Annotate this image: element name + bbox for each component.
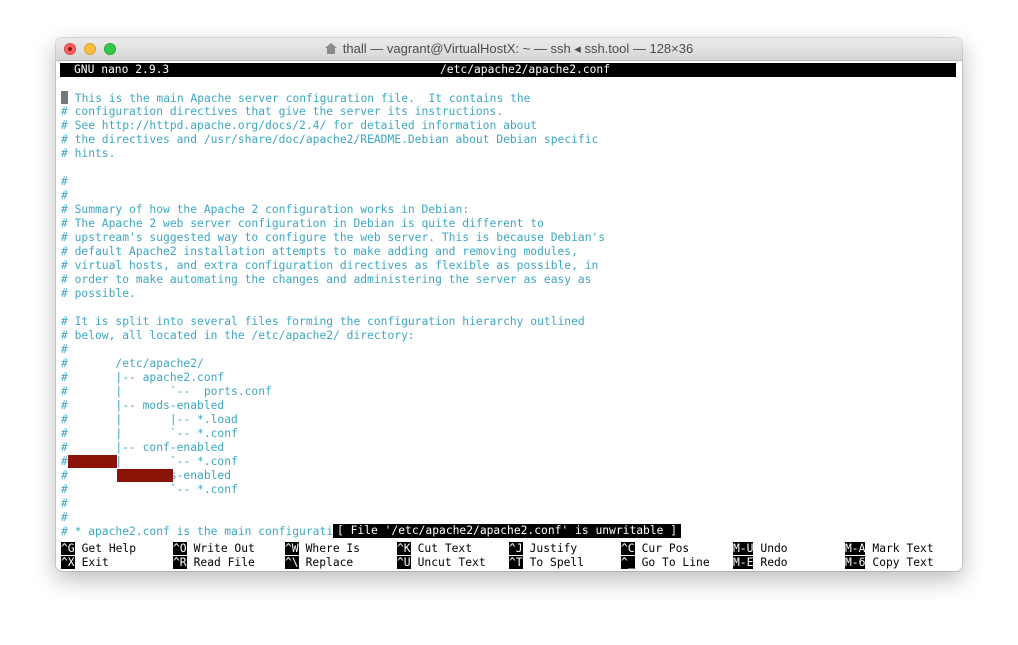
text-line[interactable]: # upstream's suggested way to configure … (61, 231, 605, 245)
nano-file-path: /etc/apache2/apache2.conf (440, 63, 611, 76)
shortcut-key: ^W (285, 542, 299, 555)
shortcut-item[interactable]: ^J Justify (509, 542, 577, 556)
shortcut-item[interactable]: M-A Mark Text (845, 542, 934, 556)
shortcut-key: ^_ (621, 556, 635, 569)
shortcut-label: Cut Text (417, 542, 473, 555)
shortcut-key: M-6 (845, 556, 866, 569)
text-line[interactable]: # Summary of how the Apache 2 configurat… (61, 203, 469, 217)
home-icon (324, 43, 337, 54)
nano-header: GNU nano 2.9.3 /etc/apache2/apache2.conf (60, 63, 956, 77)
shortcut-label: Replace (305, 556, 354, 569)
text-line[interactable]: # See http://httpd.apache.org/docs/2.4/ … (61, 119, 537, 133)
text-line[interactable]: # order to make automating the changes a… (61, 273, 592, 287)
shortcut-label: Undo (760, 542, 788, 555)
text-line[interactable]: # It is split into several files forming… (61, 315, 585, 329)
shortcut-item[interactable]: ^R Read File (173, 556, 255, 570)
shortcut-item[interactable]: ^U Uncut Text (397, 556, 486, 570)
text-line[interactable]: # (61, 189, 68, 203)
text-line[interactable]: # The Apache 2 web server configuration … (61, 217, 544, 231)
shortcut-key: ^K (397, 542, 411, 555)
status-message: [ File '/etc/apache2/apache2.conf' is un… (333, 524, 682, 538)
shortcut-key: ^T (509, 556, 523, 569)
shortcut-item[interactable]: ^O Write Out (173, 542, 255, 556)
trailing-whitespace-highlight (117, 469, 173, 482)
text-cursor (61, 91, 68, 104)
shortcut-item[interactable]: ^K Cut Text (397, 542, 472, 556)
text-line[interactable]: # the directives and /usr/share/doc/apac… (61, 133, 598, 147)
text-line[interactable]: # |-- mods-enabled (61, 399, 224, 413)
text-line[interactable]: # /etc/apache2/ (61, 357, 204, 371)
text-line-content: This is the main Apache server configura… (68, 92, 531, 105)
window-title: thall — vagrant@VirtualHostX: ~ — ssh ◂ … (342, 41, 694, 56)
shortcut-label: Read File (193, 556, 255, 569)
shortcut-key: ^R (173, 556, 187, 569)
title-bar[interactable]: thall — vagrant@VirtualHostX: ~ — ssh ◂ … (56, 38, 962, 61)
trailing-whitespace-highlight (68, 455, 117, 468)
shortcut-label: Mark Text (872, 542, 934, 555)
shortcut-key: ^U (397, 556, 411, 569)
shortcut-key: M-U (733, 542, 754, 555)
shortcut-key: ^O (173, 542, 187, 555)
shortcut-label: Cur Pos (641, 542, 690, 555)
window-title-wrap: thall — vagrant@VirtualHostX: ~ — ssh ◂ … (56, 41, 962, 57)
shortcut-item[interactable]: ^\ Replace (285, 556, 353, 570)
shortcut-item[interactable]: M-E Redo (733, 556, 788, 570)
shortcut-item[interactable]: ^X Exit (61, 556, 109, 570)
nano-version: GNU nano 2.9.3 (74, 63, 170, 76)
text-line[interactable]: # (61, 497, 68, 511)
shortcut-label: Copy Text (872, 556, 934, 569)
terminal-window: thall — vagrant@VirtualHostX: ~ — ssh ◂ … (56, 38, 962, 571)
text-line[interactable]: # hints. (61, 147, 115, 161)
shortcut-item[interactable]: M-U Undo (733, 542, 788, 556)
shortcut-key: M-E (733, 556, 754, 569)
shortcut-label: Uncut Text (417, 556, 486, 569)
text-line[interactable]: # below, all located in the /etc/apache2… (61, 329, 415, 343)
text-line[interactable]: # | |-- *.load (61, 413, 238, 427)
text-line[interactable]: # |-- apache2.conf (61, 371, 224, 385)
shortcut-label: To Spell (529, 556, 585, 569)
shortcut-item[interactable]: ^C Cur Pos (621, 542, 689, 556)
text-line[interactable]: # (61, 343, 68, 357)
shortcut-label: Where Is (305, 542, 361, 555)
text-line[interactable]: This is the main Apache server configura… (61, 91, 531, 105)
shortcut-label: Exit (81, 556, 109, 569)
shortcut-item[interactable]: ^_ Go To Line (621, 556, 710, 570)
text-line[interactable]: # virtual hosts, and extra configuration… (61, 259, 598, 273)
text-line[interactable]: # | `-- *.conf (61, 427, 238, 441)
text-line[interactable]: # (61, 511, 68, 525)
shortcut-label: Redo (760, 556, 788, 569)
shortcut-item[interactable]: ^W Where Is (285, 542, 360, 556)
shortcut-label: Go To Line (641, 556, 710, 569)
nano-editor[interactable]: GNU nano 2.9.3 /etc/apache2/apache2.conf… (56, 61, 962, 571)
shortcut-label: Write Out (193, 542, 255, 555)
text-line[interactable]: # | `-- ports.conf (61, 385, 272, 399)
shortcut-item[interactable]: M-6 Copy Text (845, 556, 934, 570)
shortcut-key: M-A (845, 542, 866, 555)
text-line[interactable]: # default Apache2 installation attempts … (61, 245, 578, 259)
shortcut-key: ^J (509, 542, 523, 555)
shortcut-label: Get Help (81, 542, 137, 555)
shortcut-key: ^C (621, 542, 635, 555)
shortcut-key: ^X (61, 556, 75, 569)
shortcut-label: Justify (529, 542, 578, 555)
shortcut-item[interactable]: ^G Get Help (61, 542, 136, 556)
text-line[interactable]: # `-- *.conf (61, 483, 238, 497)
text-line[interactable]: # (61, 175, 68, 189)
text-line[interactable]: # |-- conf-enabled (61, 441, 224, 455)
text-line[interactable]: # possible. (61, 287, 136, 301)
shortcut-key: ^\ (285, 556, 299, 569)
text-line[interactable]: # configuration directives that give the… (61, 105, 503, 119)
shortcut-item[interactable]: ^T To Spell (509, 556, 584, 570)
shortcut-key: ^G (61, 542, 75, 555)
